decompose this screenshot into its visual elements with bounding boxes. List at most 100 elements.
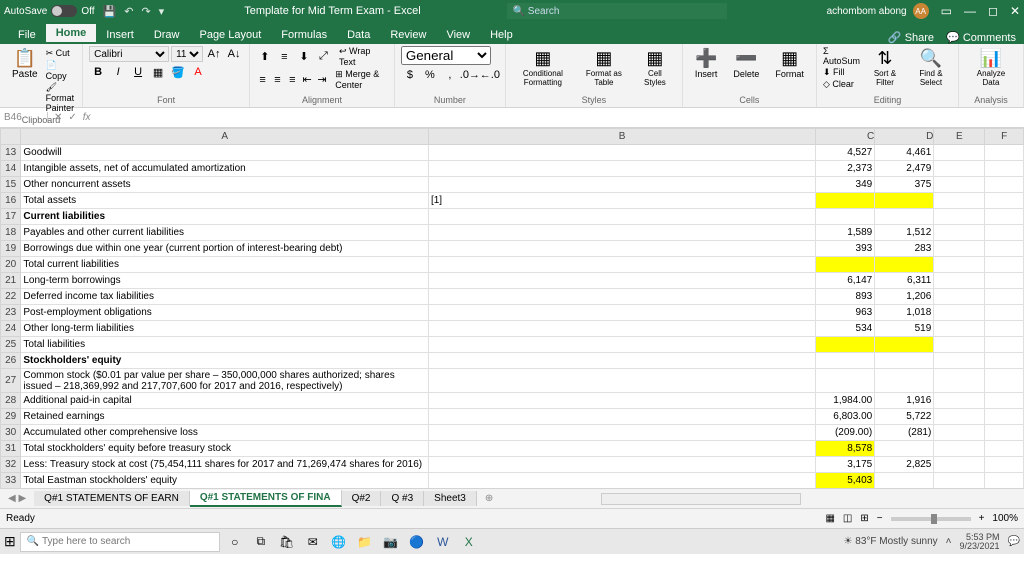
minimize-icon[interactable]: — bbox=[964, 4, 976, 18]
inc-decimal-icon[interactable]: .0→ bbox=[461, 67, 479, 83]
tab-page-layout[interactable]: Page Layout bbox=[189, 26, 271, 44]
table-row[interactable]: 26Stockholders' equity bbox=[1, 353, 1024, 369]
underline-icon[interactable]: U bbox=[129, 64, 147, 80]
tab-file[interactable]: File bbox=[8, 26, 46, 44]
tab-formulas[interactable]: Formulas bbox=[271, 26, 337, 44]
table-row[interactable]: 32Less: Treasury stock at cost (75,454,1… bbox=[1, 457, 1024, 473]
table-row[interactable]: 13Goodwill4,5274,461 bbox=[1, 145, 1024, 161]
toggle-icon[interactable] bbox=[51, 5, 77, 17]
user-account[interactable]: achombom abong AA bbox=[827, 3, 929, 19]
conditional-formatting-button[interactable]: ▦Conditional Formatting bbox=[512, 46, 574, 89]
table-row[interactable]: 22Deferred income tax liabilities8931,20… bbox=[1, 289, 1024, 305]
table-row[interactable]: 30Accumulated other comprehensive loss(2… bbox=[1, 425, 1024, 441]
row-header[interactable]: 31 bbox=[1, 441, 21, 457]
table-row[interactable]: 16Total assets[1] bbox=[1, 193, 1024, 209]
align-right-icon[interactable]: ≡ bbox=[286, 72, 299, 88]
maximize-icon[interactable]: ◻ bbox=[988, 4, 998, 18]
align-left-icon[interactable]: ≡ bbox=[256, 72, 269, 88]
row-header[interactable]: 13 bbox=[1, 145, 21, 161]
horizontal-scrollbar[interactable] bbox=[601, 493, 801, 505]
row-header[interactable]: 32 bbox=[1, 457, 21, 473]
clock[interactable]: 5:53 PM 9/23/2021 bbox=[960, 533, 1000, 551]
align-bottom-icon[interactable]: ⬇ bbox=[295, 49, 313, 65]
format-table-button[interactable]: ▦Format as Table bbox=[578, 46, 630, 89]
qat-more-icon[interactable]: ▾ bbox=[159, 5, 165, 18]
col-header-E[interactable]: E bbox=[934, 129, 985, 145]
col-header-A[interactable]: A bbox=[21, 129, 429, 145]
search-box[interactable]: 🔍 Search bbox=[507, 3, 727, 19]
align-top-icon[interactable]: ⬆ bbox=[256, 49, 274, 65]
delete-cells-button[interactable]: ➖Delete bbox=[727, 46, 765, 81]
table-row[interactable]: 31Total stockholders' equity before trea… bbox=[1, 441, 1024, 457]
row-header[interactable]: 29 bbox=[1, 409, 21, 425]
row-header[interactable]: 22 bbox=[1, 289, 21, 305]
undo-icon[interactable]: ↶ bbox=[124, 5, 133, 18]
col-header-C[interactable]: C bbox=[816, 129, 875, 145]
indent-inc-icon[interactable]: ⇥ bbox=[316, 72, 329, 88]
font-size-select[interactable]: 11 bbox=[171, 46, 203, 62]
ribbon-options-icon[interactable]: ▭ bbox=[941, 4, 952, 18]
dec-decimal-icon[interactable]: ←.0 bbox=[481, 67, 499, 83]
comments-button[interactable]: 💬 Comments bbox=[946, 31, 1016, 44]
cancel-fx-icon[interactable]: ✕ bbox=[54, 112, 62, 123]
col-header-D[interactable]: D bbox=[875, 129, 934, 145]
table-row[interactable]: 23Post-employment obligations9631,018 bbox=[1, 305, 1024, 321]
cut-button[interactable]: ✂ Cut bbox=[46, 48, 75, 59]
taskbar-search[interactable]: 🔍 Type here to search bbox=[20, 532, 220, 552]
fill-button[interactable]: ⬇ Fill bbox=[823, 67, 860, 78]
border-icon[interactable]: ▦ bbox=[149, 64, 167, 80]
paste-button[interactable]: 📋 Paste bbox=[6, 46, 44, 115]
table-row[interactable]: 19Borrowings due within one year (curren… bbox=[1, 241, 1024, 257]
currency-icon[interactable]: $ bbox=[401, 67, 419, 83]
view-break-icon[interactable]: ⊞ bbox=[860, 513, 868, 524]
align-center-icon[interactable]: ≡ bbox=[271, 72, 284, 88]
autosum-button[interactable]: Σ AutoSum bbox=[823, 46, 860, 66]
table-row[interactable]: 24Other long-term liabilities534519 bbox=[1, 321, 1024, 337]
font-name-select[interactable]: Calibri bbox=[89, 46, 169, 62]
app-icon-1[interactable]: 📷 bbox=[380, 531, 402, 553]
format-cells-button[interactable]: ▦Format bbox=[769, 46, 810, 81]
italic-icon[interactable]: I bbox=[109, 64, 127, 80]
sheet-tab-4[interactable]: Q #3 bbox=[381, 491, 424, 506]
view-normal-icon[interactable]: ▦ bbox=[825, 513, 834, 524]
format-painter-button[interactable]: 🖌 Format Painter bbox=[46, 82, 75, 113]
spreadsheet-grid[interactable]: A B C D E F 13Goodwill4,5274,46114Intang… bbox=[0, 128, 1024, 488]
sheet-nav[interactable]: ◀ ▶ bbox=[0, 493, 34, 504]
wrap-text-button[interactable]: ↩ Wrap Text bbox=[339, 46, 388, 67]
table-row[interactable]: 14Intangible assets, net of accumulated … bbox=[1, 161, 1024, 177]
tab-data[interactable]: Data bbox=[337, 26, 380, 44]
redo-icon[interactable]: ↷ bbox=[141, 5, 150, 18]
bold-icon[interactable]: B bbox=[89, 64, 107, 80]
table-row[interactable]: 15Other noncurrent assets349375 bbox=[1, 177, 1024, 193]
row-header[interactable]: 24 bbox=[1, 321, 21, 337]
tab-help[interactable]: Help bbox=[480, 26, 523, 44]
table-row[interactable]: 20Total current liabilities bbox=[1, 257, 1024, 273]
orientation-icon[interactable]: ⤢ bbox=[315, 49, 333, 65]
comma-icon[interactable]: , bbox=[441, 67, 459, 83]
zoom-in-icon[interactable]: + bbox=[979, 513, 985, 524]
row-header[interactable]: 28 bbox=[1, 393, 21, 409]
zoom-level[interactable]: 100% bbox=[992, 513, 1018, 524]
row-header[interactable]: 30 bbox=[1, 425, 21, 441]
weather-widget[interactable]: ☀ 83°F Mostly sunny bbox=[844, 536, 938, 547]
app-icon-2[interactable]: 🔵 bbox=[406, 531, 428, 553]
insert-cells-button[interactable]: ➕Insert bbox=[689, 46, 724, 81]
table-row[interactable]: 17Current liabilities bbox=[1, 209, 1024, 225]
row-header[interactable]: 20 bbox=[1, 257, 21, 273]
sheet-tab-3[interactable]: Q#2 bbox=[342, 491, 382, 506]
sort-filter-button[interactable]: ⇅Sort & Filter bbox=[864, 46, 906, 90]
table-row[interactable]: 29Retained earnings6,803.005,722 bbox=[1, 409, 1024, 425]
tab-draw[interactable]: Draw bbox=[144, 26, 190, 44]
row-header[interactable]: 23 bbox=[1, 305, 21, 321]
mail-icon[interactable]: ✉ bbox=[302, 531, 324, 553]
zoom-slider[interactable] bbox=[891, 517, 971, 521]
indent-dec-icon[interactable]: ⇤ bbox=[301, 72, 314, 88]
row-header[interactable]: 25 bbox=[1, 337, 21, 353]
font-color-icon[interactable]: A bbox=[189, 64, 207, 80]
store-icon[interactable]: 🛍 bbox=[276, 531, 298, 553]
save-icon[interactable]: 💾 bbox=[103, 5, 117, 18]
row-header[interactable]: 19 bbox=[1, 241, 21, 257]
row-header[interactable]: 17 bbox=[1, 209, 21, 225]
row-header[interactable]: 16 bbox=[1, 193, 21, 209]
clear-button[interactable]: ◇ Clear bbox=[823, 79, 860, 90]
